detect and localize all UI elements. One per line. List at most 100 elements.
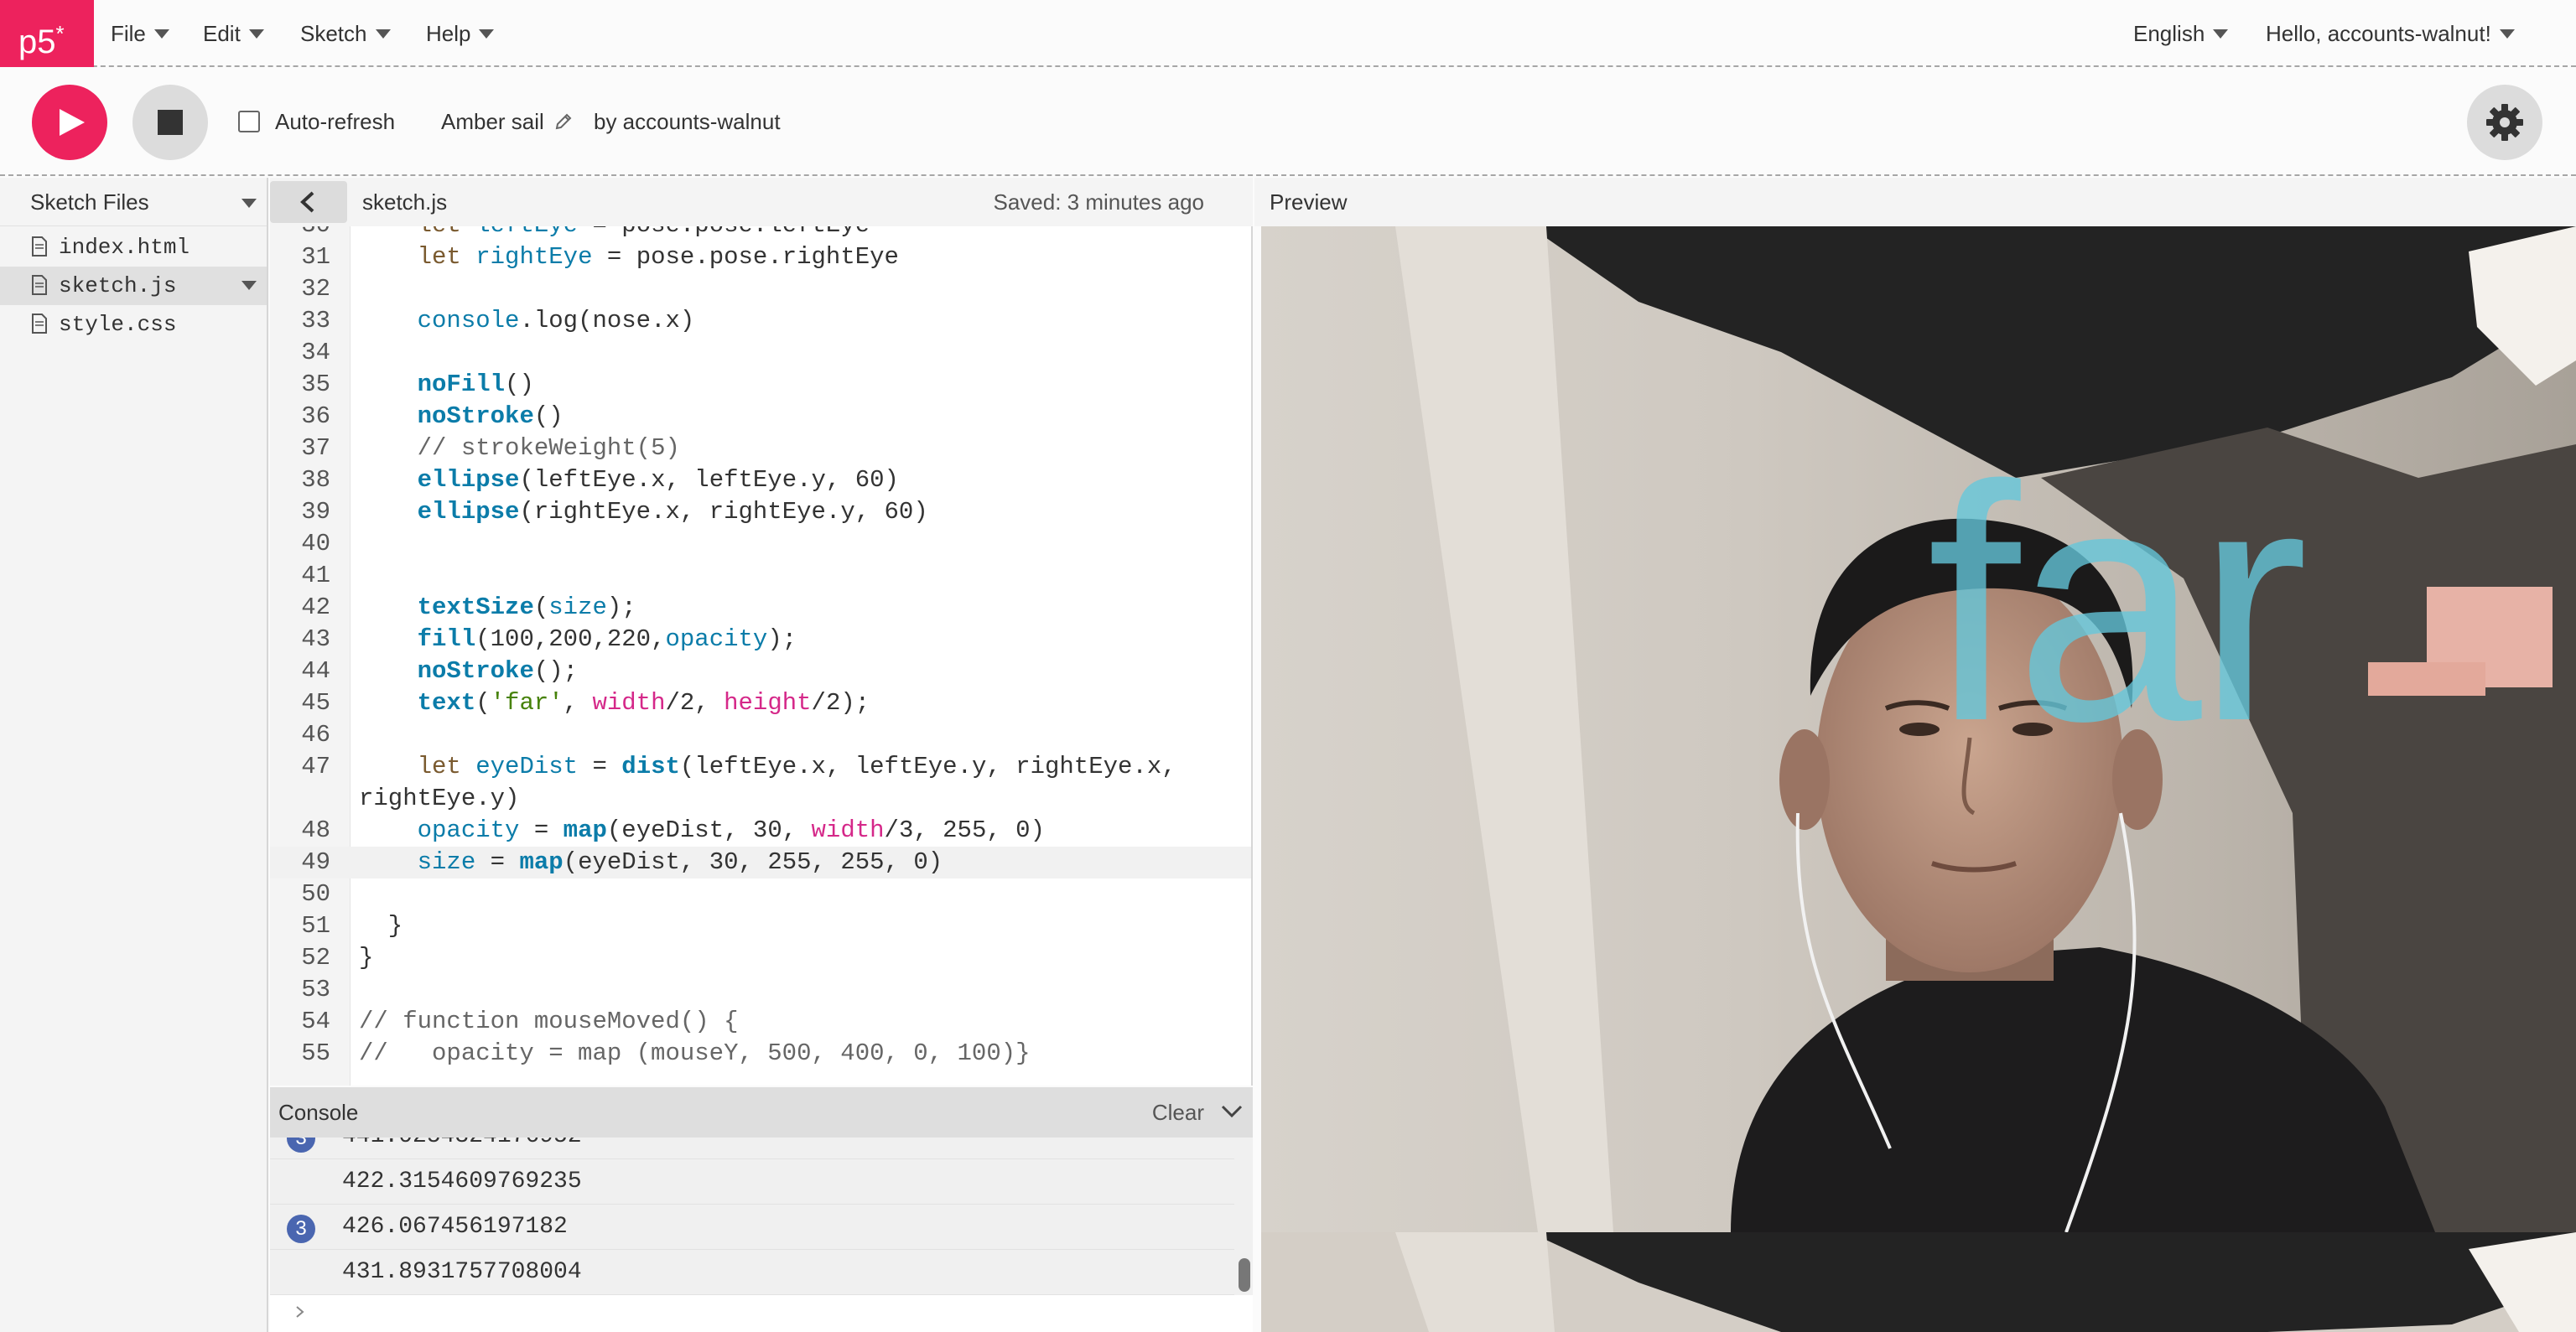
logo-text: p5 (18, 23, 56, 60)
file-name: sketch.js (59, 273, 177, 298)
chevron-down-icon (2499, 29, 2515, 39)
code-line: 53 (301, 976, 330, 1003)
log-count-badge: 3 (287, 1215, 315, 1243)
console-scrollbar[interactable] (1236, 1138, 1253, 1295)
menu-edit-label: Edit (203, 21, 241, 46)
logo-asterisk: * (55, 21, 65, 46)
code-line: 42 textSize(size); (301, 593, 636, 621)
editor-header: sketch.js Saved: 3 minutes ago (270, 178, 1253, 226)
menu-sketch[interactable]: Sketch (300, 0, 391, 67)
language-selector[interactable]: English (2133, 0, 2229, 67)
code-line: 55// opacity = map (mouseY, 500, 400, 0,… (301, 1039, 1031, 1067)
language-label: English (2133, 21, 2205, 46)
webcam-video-image-duplicate (1261, 1232, 2576, 1332)
code-line: 44 noStroke(); (301, 657, 579, 685)
code-line: 45 text('far', width/2, height/2); (301, 689, 870, 717)
chevron-down-icon[interactable] (1221, 1104, 1243, 1119)
user-menu[interactable]: Hello, accounts-walnut! (2266, 0, 2515, 67)
file-icon (32, 275, 47, 295)
code-line: 32 (301, 275, 330, 303)
code-line: 50 (301, 880, 330, 908)
sketch-author: by accounts-walnut (594, 109, 781, 134)
console-clear-button[interactable]: Clear (1152, 1087, 1204, 1138)
code-line: 48 opacity = map(eyeDist, 30, width/3, 2… (301, 816, 1045, 844)
sketch-name[interactable]: Amber sail (441, 106, 544, 137)
code-line: 36 noStroke() (301, 402, 564, 430)
sketch-files-title: Sketch Files (30, 189, 149, 215)
code-line: 51 } (301, 912, 403, 940)
preview-canvas-lower (1261, 1232, 2576, 1332)
console-log-row: 422.3154609769235 (270, 1159, 1234, 1205)
menu-help-label: Help (426, 21, 471, 46)
console-log-row: 431.8931757708004 (270, 1250, 1234, 1295)
play-button[interactable] (32, 85, 107, 160)
p5-editor-app: p5* File Edit Sketch Help English Hello,… (0, 0, 2576, 1332)
chevron-down-icon (2213, 29, 2229, 39)
chevron-down-icon (375, 29, 391, 39)
chevron-down-icon (153, 29, 169, 39)
file-name: index.html (59, 235, 190, 260)
code-line: 54// function mouseMoved() { (301, 1008, 739, 1035)
p5-logo[interactable]: p5* (0, 0, 94, 67)
log-value: 441.0254324176952 (342, 1138, 582, 1159)
canvas-far-text: far (1927, 416, 2309, 790)
file-sketch-js[interactable]: sketch.js (0, 267, 267, 305)
user-greeting: Hello, accounts-walnut! (2266, 21, 2491, 46)
stop-icon (158, 110, 183, 135)
code-line: 52} (301, 944, 374, 972)
sketch-files-sidebar: Sketch Files index.html sketch.js style.… (0, 178, 268, 1332)
code-lines: 30 let leftEye = pose.pose.leftEye 31 le… (270, 226, 1251, 1070)
log-count-badge: 3 (287, 1138, 315, 1153)
sketch-toolbar: Auto-refresh Amber sail by accounts-waln… (0, 69, 2576, 176)
code-line: 39 ellipse(rightEye.x, rightEye.y, 60) (301, 498, 928, 526)
code-line: 35 noFill() (301, 371, 534, 398)
menu-help[interactable]: Help (426, 0, 495, 67)
console-output[interactable]: 3 441.0254324176952 422.3154609769235 3 … (270, 1138, 1253, 1295)
menu-edit[interactable]: Edit (203, 0, 264, 67)
code-line: 37 // strokeWeight(5) (301, 434, 680, 462)
file-style-css[interactable]: style.css (0, 305, 267, 344)
file-icon (32, 236, 47, 257)
code-line: 33 console.log(nose.x) (301, 307, 695, 334)
gear-icon (2486, 104, 2523, 141)
settings-button[interactable] (2467, 85, 2542, 160)
console-input[interactable] (270, 1295, 1253, 1332)
preview-canvas[interactable] (1261, 226, 2576, 1232)
code-line-active: 49 size = map(eyeDist, 30, 255, 255, 0) (270, 847, 1251, 878)
code-line: 31 let rightEye = pose.pose.rightEye (301, 243, 899, 271)
chevron-down-icon[interactable] (242, 281, 257, 290)
menu-file[interactable]: File (111, 0, 169, 67)
chevron-down-icon (242, 199, 257, 208)
collapse-sidebar-button[interactable] (270, 181, 347, 223)
code-line: 41 (301, 562, 330, 589)
top-navigation: p5* File Edit Sketch Help English Hello,… (0, 0, 2576, 67)
sketch-files-header[interactable]: Sketch Files (0, 178, 267, 226)
pencil-icon[interactable] (554, 112, 573, 131)
auto-refresh-label: Auto-refresh (275, 109, 396, 134)
file-name: style.css (59, 312, 177, 337)
chevron-right-icon (296, 1306, 304, 1318)
code-line: 38 ellipse(leftEye.x, leftEye.y, 60) (301, 466, 899, 494)
stop-button[interactable] (132, 85, 208, 160)
menu-file-label: File (111, 21, 146, 46)
preview-title: Preview (1270, 189, 1348, 215)
editor-filename: sketch.js (362, 189, 448, 215)
log-value: 426.067456197182 (342, 1214, 568, 1240)
log-value: 431.8931757708004 (342, 1259, 582, 1285)
code-line: 46 (301, 721, 330, 749)
code-line: 40 (301, 530, 330, 557)
console-title: Console (278, 1100, 359, 1125)
code-line: 43 fill(100,200,220,opacity); (301, 625, 797, 653)
code-line: 30 let leftEye = pose.pose.leftEye (270, 226, 1251, 241)
code-line: 34 (301, 339, 330, 366)
console-scrollbar-thumb[interactable] (1239, 1258, 1250, 1292)
code-line: 47 let eyeDist = dist(leftEye.x, leftEye… (301, 753, 1176, 780)
auto-refresh-checkbox[interactable] (238, 111, 260, 132)
console-log-row: 3 426.067456197182 (270, 1205, 1234, 1250)
file-index-html[interactable]: index.html (0, 228, 267, 267)
chevron-down-icon (479, 29, 495, 39)
code-editor[interactable]: 30 let leftEye = pose.pose.leftEye 31 le… (270, 226, 1253, 1086)
webcam-video-image (1261, 226, 2576, 1232)
play-icon (60, 109, 85, 136)
saved-status: Saved: 3 minutes ago (993, 189, 1205, 215)
